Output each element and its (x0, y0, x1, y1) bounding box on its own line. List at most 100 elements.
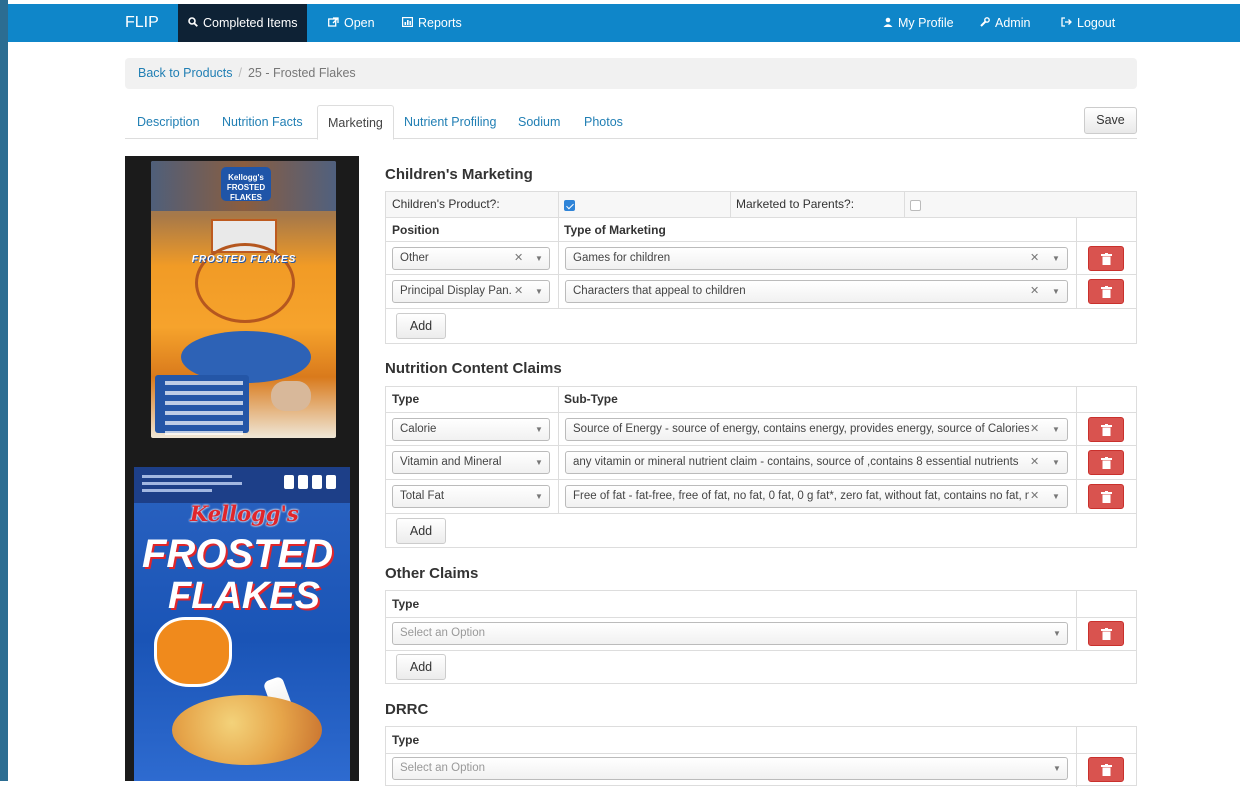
top-navbar: FLIP Completed Items Open Reports My Pro… (8, 4, 1240, 42)
trash-icon (1101, 457, 1112, 469)
trash-icon (1101, 491, 1112, 503)
position-header: Position (392, 223, 440, 237)
drrc-type-header: Type (392, 733, 420, 747)
wrench-icon (980, 5, 990, 43)
product-photo-back[interactable]: Kellogg's FROSTED FLAKES FROSTED FLAKES (151, 161, 336, 438)
photo-instructions-panel (155, 375, 249, 435)
search-icon (188, 5, 198, 43)
window-frame-left (0, 0, 8, 781)
tab-description[interactable]: Description (137, 105, 200, 139)
delete-row-button[interactable] (1088, 621, 1124, 646)
other-claims-table: Type Select an Option ▼ Add (385, 590, 1137, 684)
brand-logo[interactable]: FLIP (125, 4, 159, 42)
drrc-select[interactable]: Select an Option ▼ (392, 757, 1068, 780)
claim-type-select[interactable]: Vitamin and Mineral ▼ (392, 451, 550, 474)
position-select[interactable]: Other ✕ ▼ (392, 247, 550, 270)
position-select[interactable]: Principal Display Pan... ✕ ▼ (392, 280, 550, 303)
add-other-claim-button[interactable]: Add (396, 654, 446, 680)
delete-row-button[interactable] (1088, 246, 1124, 271)
type-of-marketing-header: Type of Marketing (564, 223, 666, 237)
nav-logout[interactable]: Logout (1051, 4, 1125, 42)
add-row: Add (386, 308, 1136, 343)
breadcrumb-separator: / (238, 66, 242, 80)
claim-type-select[interactable]: Calorie ▼ (392, 418, 550, 441)
other-header-row: Type (386, 591, 1136, 617)
tab-marketing[interactable]: Marketing (317, 105, 394, 140)
add-row: Add (386, 513, 1136, 547)
other-claim-select[interactable]: Select an Option ▼ (392, 622, 1068, 645)
photo-hand (271, 381, 311, 411)
trash-icon (1101, 286, 1112, 298)
childrens-product-checkbox[interactable] (564, 200, 575, 211)
drrc-table: Type Select an Option ▼ (385, 726, 1137, 787)
table-row: Vitamin and Mineral ▼ any vitamin or mine… (386, 445, 1136, 480)
add-claim-button[interactable]: Add (396, 518, 446, 544)
subtype-header: Sub-Type (564, 392, 618, 406)
delete-row-button[interactable] (1088, 450, 1124, 475)
logout-icon (1061, 5, 1072, 43)
tab-nutrition-facts[interactable]: Nutrition Facts (222, 105, 303, 139)
nav-my-profile[interactable]: My Profile (873, 4, 964, 42)
claim-type-select[interactable]: Total Fat ▼ (392, 485, 550, 508)
tab-bar: Description Nutrition Facts Marketing Nu… (125, 105, 1137, 140)
marketed-to-parents-label: Marketed to Parents?: (736, 197, 855, 211)
nav-reports[interactable]: Reports (392, 4, 472, 42)
delete-row-button[interactable] (1088, 484, 1124, 509)
marketing-type-select[interactable]: Characters that appeal to children ✕ ▼ (565, 280, 1068, 303)
table-row: Total Fat ▼ Free of fat - fat-free, free … (386, 479, 1136, 514)
photo-nutrient-strip (134, 467, 350, 503)
trash-icon (1101, 628, 1112, 640)
add-row: Add (386, 650, 1136, 683)
photo-logo: Kellogg's FROSTED FLAKES (221, 167, 271, 202)
chart-icon (402, 5, 414, 43)
table-row: Other ✕ ▼ Games for children ✕ ▼ (386, 241, 1136, 275)
external-link-icon (328, 5, 339, 43)
page: FLIP Completed Items Open Reports My Pro… (8, 0, 1250, 787)
nav-open-label: Open (344, 16, 375, 30)
tab-nutrient-profiling[interactable]: Nutrient Profiling (404, 105, 496, 139)
marketed-to-parents-checkbox[interactable] (910, 200, 921, 211)
nav-completed-items[interactable]: Completed Items (178, 4, 308, 43)
table-row: Calorie ▼ Source of Energy - source of en… (386, 412, 1136, 446)
breadcrumb-current: 25 - Frosted Flakes (247, 66, 356, 80)
back-to-products-link[interactable]: Back to Products (138, 66, 233, 80)
nutrition-claims-title: Nutrition Content Claims (385, 360, 562, 377)
other-type-header: Type (392, 597, 420, 611)
table-row: Select an Option ▼ (386, 753, 1136, 787)
nav-admin-label: Admin (995, 16, 1031, 30)
product-photo-front[interactable]: Kellogg's FROSTED FLAKES (134, 467, 350, 781)
childrens-flags-row: Children's Product?: Marketed to Parents… (386, 192, 1136, 217)
claim-subtype-select[interactable]: Source of Energy - source of energy, con… (565, 418, 1068, 441)
nav-my-profile-label: My Profile (898, 16, 954, 30)
claim-subtype-select[interactable]: any vitamin or mineral nutrient claim - … (565, 451, 1068, 474)
tab-photos[interactable]: Photos (584, 105, 623, 139)
childrens-product-label: Children's Product?: (392, 197, 500, 211)
photo-mascot (154, 617, 232, 687)
other-claims-title: Other Claims (385, 565, 479, 582)
table-row: Select an Option ▼ (386, 617, 1136, 651)
nav-open[interactable]: Open (318, 4, 385, 42)
delete-row-button[interactable] (1088, 279, 1124, 304)
drrc-title: DRRC (385, 701, 429, 718)
product-photos-panel: Kellogg's FROSTED FLAKES FROSTED FLAKES … (125, 156, 359, 781)
tab-sodium[interactable]: Sodium (518, 105, 560, 139)
claim-subtype-select[interactable]: Free of fat - fat-free, free of fat, no … (565, 485, 1068, 508)
table-row: Principal Display Pan... ✕ ▼ Characters th… (386, 274, 1136, 309)
save-button[interactable]: Save (1084, 107, 1137, 134)
nav-admin[interactable]: Admin (970, 4, 1040, 42)
trash-icon (1101, 424, 1112, 436)
trash-icon (1101, 253, 1112, 265)
childrens-marketing-table: Children's Product?: Marketed to Parents… (385, 191, 1137, 344)
nutrition-claims-table: Type Sub-Type Calorie ▼ Source of Energy … (385, 386, 1137, 548)
type-header: Type (392, 392, 420, 406)
nav-reports-label: Reports (418, 16, 462, 30)
delete-row-button[interactable] (1088, 757, 1124, 782)
photo-brand-text: FROSTED FLAKES (191, 254, 297, 265)
photo-title-line2: FLAKES (168, 575, 320, 617)
add-marketing-button[interactable]: Add (396, 313, 446, 339)
marketing-type-select[interactable]: Games for children ✕ ▼ (565, 247, 1068, 270)
delete-row-button[interactable] (1088, 417, 1124, 442)
breadcrumb: Back to Products / 25 - Frosted Flakes (125, 58, 1137, 89)
photo-kelloggs-logo: Kellogg's (190, 501, 299, 526)
photo-cereal-bowl (172, 695, 322, 765)
